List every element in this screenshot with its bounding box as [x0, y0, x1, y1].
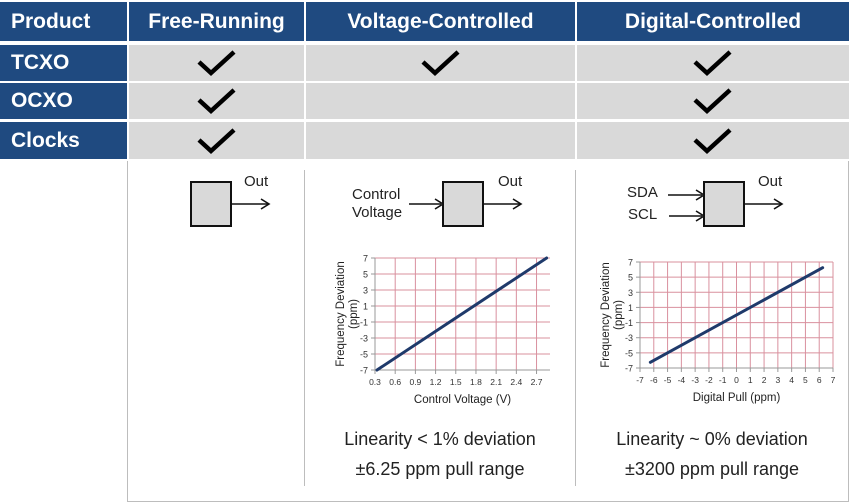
table-cell — [577, 45, 849, 81]
x-tick-label: 2 — [762, 375, 767, 385]
oscillator-block — [703, 181, 745, 227]
table-cell — [129, 45, 304, 81]
x-axis-label: Digital Pull (ppm) — [693, 392, 781, 404]
x-tick-label: 1.2 — [430, 377, 442, 387]
x-tick-label: 4 — [789, 375, 794, 385]
oscillator-block — [442, 181, 484, 227]
x-tick-label: -3 — [691, 375, 699, 385]
panel-border-right — [848, 161, 849, 502]
linearity-text: Linearity < 1% deviation — [344, 429, 536, 449]
header-free-running: Free-Running — [129, 2, 304, 41]
y-tick-label: -5 — [360, 350, 368, 360]
y-tick-label: -7 — [360, 366, 368, 376]
voltage-controlled-caption: Linearity < 1% deviation ±6.25 ppm pull … — [305, 424, 575, 484]
x-tick-label: 3 — [775, 375, 780, 385]
pull-range-text: ±6.25 ppm pull range — [355, 459, 525, 479]
header-digital-controlled: Digital-Controlled — [577, 2, 849, 41]
y-tick-label: 7 — [363, 254, 368, 264]
row-label-tcxo: TCXO — [0, 45, 127, 81]
x-tick-label: -6 — [650, 375, 658, 385]
x-tick-label: 0 — [734, 375, 739, 385]
digital-pull-chart: 7531-1-3-5-7-7 -6 -5 -4 -3 -2 -1 0 1 2 3 4 5 6 7Digita… — [600, 258, 836, 405]
x-tick-label: -2 — [705, 375, 713, 385]
pull-range-text: ±3200 ppm pull range — [625, 459, 799, 479]
checkmark-icon — [196, 127, 236, 154]
x-tick-label: 0.3 — [369, 377, 381, 387]
x-tick-label: 0.9 — [409, 377, 421, 387]
x-tick-label: -1 — [719, 375, 727, 385]
x-tick-label: 5 — [803, 375, 808, 385]
x-tick-label: 1.8 — [470, 377, 482, 387]
x-tick-label: -5 — [664, 375, 672, 385]
header-product: Product — [0, 2, 127, 41]
table-cell — [306, 45, 575, 81]
x-tick-label: 2.7 — [531, 377, 543, 387]
voltage-control-chart: 7 5 3 1 -1 -3 -5 -70.3 0.6 0.9 1.2 1.5 1.8 2.1 2.4 2.7 C… — [335, 254, 550, 406]
table-cell — [577, 83, 849, 119]
table-cell — [306, 122, 575, 159]
free-running-block-diagram — [190, 181, 271, 227]
y-tick-label: 1 — [628, 303, 633, 313]
free-running-out-label: Out — [244, 173, 269, 190]
x-tick-label: -7 — [636, 375, 644, 385]
voltage-controlled-out-label: Out — [498, 173, 523, 190]
row-label-ocxo: OCXO — [0, 83, 127, 119]
control-voltage-label-2: Voltage — [352, 204, 403, 221]
oscillator-block — [190, 181, 232, 227]
table-cell — [129, 83, 304, 119]
header-voltage-controlled: Voltage-Controlled — [306, 2, 575, 41]
y-tick-label: -5 — [625, 348, 633, 358]
x-tick-label: 0.6 — [389, 377, 401, 387]
checkmark-icon — [693, 127, 732, 154]
x-tick-label: 1.5 — [450, 377, 462, 387]
x-tick-label: 1 — [748, 375, 753, 385]
header-free-running-label: Free-Running — [148, 9, 285, 33]
table-cell — [306, 83, 575, 119]
y-axis-label-line1: Frequency Deviation — [335, 261, 347, 366]
checkmark-icon — [196, 50, 236, 77]
header-voltage-controlled-label: Voltage-Controlled — [347, 9, 534, 33]
x-tick-label: 7 — [831, 375, 836, 385]
row-label-text: TCXO — [11, 51, 70, 74]
table-cell — [129, 122, 304, 159]
y-axis-label-line1: Frequency Deviation — [600, 262, 612, 367]
sda-label: SDA — [627, 184, 658, 201]
x-tick-label: 2.4 — [510, 377, 522, 387]
header-product-label: Product — [11, 9, 91, 33]
checkmark-icon — [196, 88, 236, 115]
y-axis-label-line2: (ppm) — [613, 300, 625, 330]
x-tick-label: 2.1 — [490, 377, 502, 387]
checkmark-icon — [693, 88, 732, 115]
digital-controlled-caption: Linearity ~ 0% deviation ±3200 ppm pull … — [576, 424, 848, 484]
row-label-text: Clocks — [11, 128, 80, 152]
y-tick-label: 1 — [363, 302, 368, 312]
y-tick-label: -1 — [625, 318, 633, 328]
control-voltage-label-1: Control — [352, 186, 401, 203]
digital-controlled-out-label: Out — [758, 173, 783, 190]
y-tick-label: 5 — [363, 270, 368, 280]
table-cell — [577, 122, 849, 159]
x-tick-label: 6 — [817, 375, 822, 385]
y-tick-label: 7 — [628, 258, 633, 268]
panel-border-bottom — [127, 501, 849, 502]
y-axis-label-line2: (ppm) — [348, 299, 360, 329]
y-tick-label: 3 — [628, 288, 633, 298]
row-label-clocks: Clocks — [0, 122, 127, 159]
linearity-text: Linearity ~ 0% deviation — [616, 429, 808, 449]
y-tick-label: -1 — [360, 318, 368, 328]
row-label-text: OCXO — [11, 89, 73, 112]
y-tick-label: 3 — [363, 286, 368, 296]
x-axis-label: Control Voltage (V) — [414, 394, 511, 406]
series-line — [375, 256, 549, 372]
scl-label: SCL — [628, 206, 658, 223]
y-tick-label: -7 — [625, 364, 633, 374]
y-tick-label: -3 — [625, 333, 633, 343]
checkmark-icon — [420, 50, 460, 77]
y-tick-label: 5 — [628, 273, 633, 283]
checkmark-icon — [693, 50, 732, 77]
y-tick-label: -3 — [360, 334, 368, 344]
header-digital-controlled-label: Digital-Controlled — [624, 9, 802, 33]
panel-border-left — [127, 161, 128, 502]
x-tick-label: -4 — [678, 375, 686, 385]
